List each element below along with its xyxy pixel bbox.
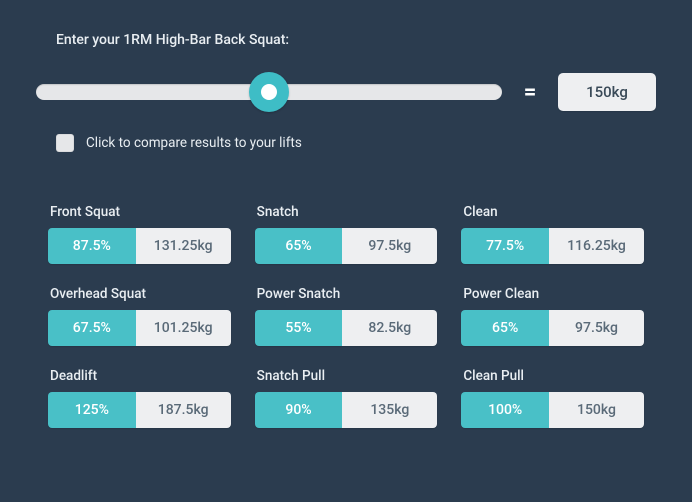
lift-name: Front Squat <box>48 204 231 220</box>
prompt-label: Enter your 1RM High-Bar Back Squat: <box>56 32 656 48</box>
lift-percent: 65% <box>461 310 549 346</box>
lift-card: Snatch Pull 90% 135kg <box>255 368 438 428</box>
lift-weight: 150kg <box>549 392 644 428</box>
lift-bar: 77.5% 116.25kg <box>461 228 644 264</box>
one-rm-value[interactable]: 150kg <box>558 73 656 111</box>
lift-weight: 135kg <box>342 392 437 428</box>
lift-percent: 90% <box>255 392 343 428</box>
slider-row: = 150kg <box>36 72 656 112</box>
slider-thumb[interactable] <box>249 72 289 112</box>
lift-name: Clean Pull <box>461 368 644 384</box>
lift-card: Clean Pull 100% 150kg <box>461 368 644 428</box>
compare-row[interactable]: Click to compare results to your lifts <box>56 134 656 152</box>
lift-weight: 101.25kg <box>136 310 231 346</box>
lift-weight: 82.5kg <box>342 310 437 346</box>
lift-bar: 125% 187.5kg <box>48 392 231 428</box>
lift-bar: 87.5% 131.25kg <box>48 228 231 264</box>
lift-percent: 67.5% <box>48 310 136 346</box>
lift-card: Power Snatch 55% 82.5kg <box>255 286 438 346</box>
lift-name: Power Clean <box>461 286 644 302</box>
lift-card: Deadlift 125% 187.5kg <box>48 368 231 428</box>
lift-card: Overhead Squat 67.5% 101.25kg <box>48 286 231 346</box>
compare-label: Click to compare results to your lifts <box>86 135 302 151</box>
lift-weight: 116.25kg <box>549 228 644 264</box>
lift-weight: 131.25kg <box>136 228 231 264</box>
lift-name: Overhead Squat <box>48 286 231 302</box>
lift-bar: 90% 135kg <box>255 392 438 428</box>
lift-percent: 125% <box>48 392 136 428</box>
one-rm-slider[interactable] <box>36 72 502 112</box>
lift-percent: 55% <box>255 310 343 346</box>
lift-weight: 187.5kg <box>136 392 231 428</box>
slider-thumb-inner <box>261 84 277 100</box>
lift-card: Front Squat 87.5% 131.25kg <box>48 204 231 264</box>
lift-name: Snatch <box>255 204 438 220</box>
lift-percent: 65% <box>255 228 343 264</box>
compare-checkbox[interactable] <box>56 134 74 152</box>
lift-card: Clean 77.5% 116.25kg <box>461 204 644 264</box>
lift-bar: 65% 97.5kg <box>461 310 644 346</box>
lift-percent: 87.5% <box>48 228 136 264</box>
lift-name: Clean <box>461 204 644 220</box>
lift-weight: 97.5kg <box>549 310 644 346</box>
lift-card: Snatch 65% 97.5kg <box>255 204 438 264</box>
lift-name: Deadlift <box>48 368 231 384</box>
lift-name: Snatch Pull <box>255 368 438 384</box>
lift-percent: 77.5% <box>461 228 549 264</box>
lift-bar: 55% 82.5kg <box>255 310 438 346</box>
lifts-grid: Front Squat 87.5% 131.25kg Snatch 65% 97… <box>48 204 644 428</box>
lift-percent: 100% <box>461 392 549 428</box>
lift-card: Power Clean 65% 97.5kg <box>461 286 644 346</box>
lift-name: Power Snatch <box>255 286 438 302</box>
lift-bar: 65% 97.5kg <box>255 228 438 264</box>
lift-bar: 100% 150kg <box>461 392 644 428</box>
equals-icon: = <box>520 80 540 105</box>
lift-weight: 97.5kg <box>342 228 437 264</box>
lift-bar: 67.5% 101.25kg <box>48 310 231 346</box>
